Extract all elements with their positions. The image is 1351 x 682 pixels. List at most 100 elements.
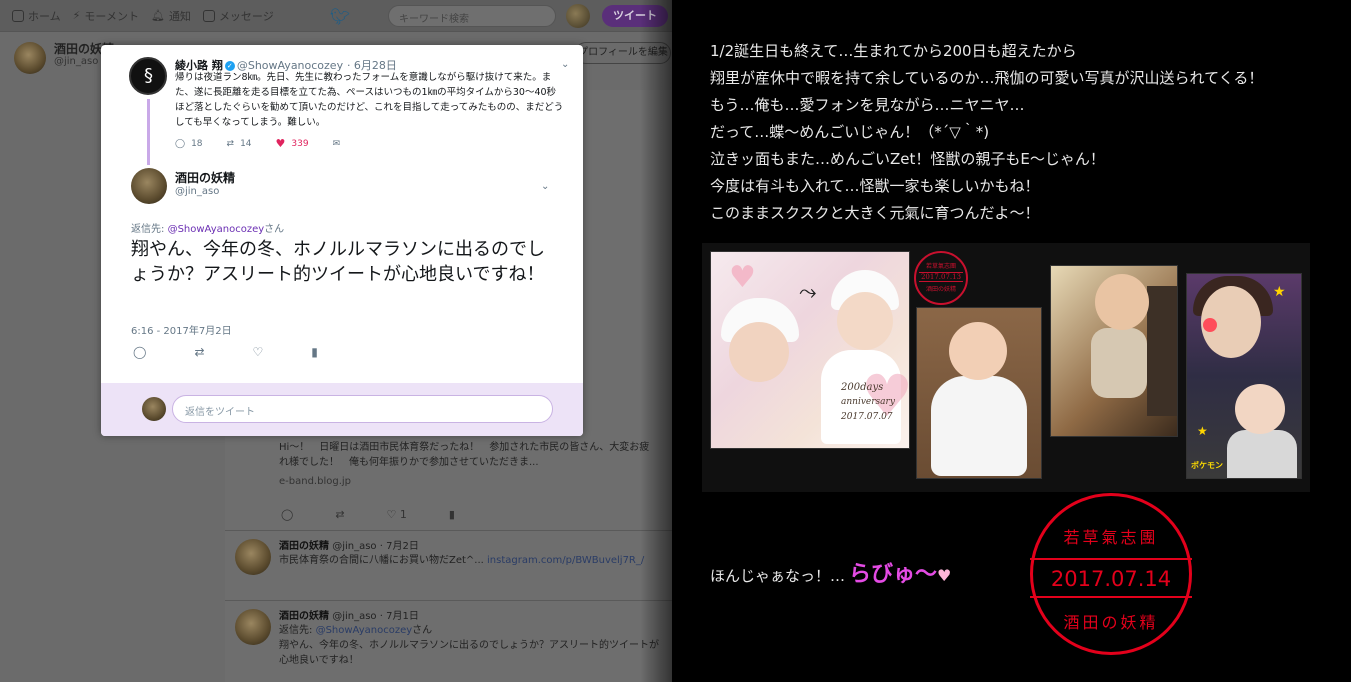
reply-action[interactable]: ◯ 18: [175, 137, 203, 150]
closing-text: ほんじゃぁなっ！…: [710, 567, 846, 585]
tweet-body: 返信先: @ShowAyanocozeyさん 翔やん、今年の冬、ホノルルマラソン…: [279, 623, 659, 668]
blog-panel: 1/2誕生日も終えて…生まれてから200日も超えたから 翔里が産休中で暇を持て余…: [700, 0, 1351, 682]
chevron-down-icon[interactable]: ⌄: [541, 181, 549, 192]
blog-message: 1/2誕生日も終えて…生まれてから200日も超えたから 翔里が産休中で暇を持て余…: [710, 38, 1263, 227]
baby-face-shape: [729, 322, 789, 382]
reply-to-suffix: さん: [264, 224, 285, 235]
link-card-domain: e-band.blog.jp: [279, 476, 351, 487]
search-input[interactable]: キーワード検索: [388, 5, 556, 27]
arrow-right-icon: ⤳: [799, 280, 817, 305]
card-actions: ◯ ⇄ ♡ 1 ▮: [281, 508, 455, 521]
main-author[interactable]: 酒田の妖精: [175, 169, 235, 186]
parent-avatar[interactable]: §: [129, 57, 167, 95]
nav-moments[interactable]: ⚡ モーメント: [73, 8, 139, 24]
main-timestamp[interactable]: 6:16 - 2017年7月2日: [131, 322, 232, 337]
heart-icon[interactable]: ♡: [253, 345, 264, 359]
message-line: このままスクスクと大きく元氣に育つんだよ〜！: [710, 204, 1040, 222]
message-line: もう…俺も…愛フォンを見ながら…ニヤニヤ…: [710, 96, 1025, 114]
message-line: 1/2誕生日も終えて…生まれてから200日も超えたから: [710, 42, 1077, 60]
dm-action[interactable]: ✉: [333, 137, 341, 150]
small-stamp-top: 若草氣志團: [925, 263, 956, 270]
baby-face-shape: [949, 322, 1007, 380]
small-stamp: 若草氣志團 2017.07.13 酒田の妖精: [914, 251, 968, 305]
compose-tweet-button[interactable]: ツイート: [602, 5, 668, 27]
main-reply-to: 返信先: @ShowAyanocozeyさん: [131, 220, 284, 235]
baby-face-shape: [1095, 274, 1149, 330]
red-seal-stamp: 若草氣志團 2017.07.14 酒田の妖精: [1030, 493, 1192, 655]
tweet-author[interactable]: 酒田の妖精: [279, 541, 329, 552]
tweet-avatar[interactable]: [235, 539, 271, 575]
tweet-detail-modal: § 綾小路 翔 ✓ @ShowAyanocozey · 6月28日 ⌄ 帰りは夜道ラ…: [101, 45, 583, 436]
twitter-bird-icon[interactable]: 🐦︎: [330, 7, 350, 26]
message-line: 泣きッ面もまた…めんごいZet！怪獣の親子もE〜じゃん！: [710, 150, 1105, 168]
reply-to-handle[interactable]: @ShowAyanocozey: [168, 224, 265, 235]
heart-icon: ♥: [275, 137, 286, 150]
analytics-icon[interactable]: ▮: [449, 508, 455, 521]
photo-caption: 200days anniversary 2017.07.07: [841, 380, 895, 425]
twitter-screenshot: ホーム ⚡ モーメント 🔔︎ 通知 メッセージ 🐦︎ キーワード検索 ツイート …: [0, 0, 672, 682]
baby-body-shape: [931, 376, 1027, 476]
retweet-icon: ⇄: [226, 138, 235, 149]
retweet-icon[interactable]: ⇄: [194, 345, 204, 359]
thread-line: [147, 99, 150, 165]
closing-line: ほんじゃぁなっ！… らびゅ〜♥: [710, 556, 951, 588]
like-action[interactable]: ♥ 339: [276, 137, 309, 150]
reply-to-handle[interactable]: @ShowAyanocozey: [316, 625, 413, 636]
retweet-count: 14: [240, 138, 252, 149]
baby-face-shape: [1235, 384, 1285, 434]
star-icon: ★: [1197, 424, 1208, 438]
reply-to-label: 返信先:: [279, 625, 313, 636]
timeline-tweet[interactable]: 酒田の妖精 @jin_aso · 7月2日 市民体育祭の合間に八幡にお買い物だZ…: [225, 530, 672, 600]
baby-body-shape: [1091, 328, 1147, 398]
like-action[interactable]: ♡ 1: [387, 508, 407, 521]
main-actions: ◯ ⇄ ♡ ▮: [133, 345, 318, 359]
main-handle: @jin_aso: [175, 186, 220, 197]
reply-compose-area: 返信をツイート: [101, 383, 583, 436]
avatar-glyph-icon: §: [144, 65, 153, 86]
message-line: 今度は有斗も入れて…怪獣一家も楽しいかもね！: [710, 177, 1040, 195]
bell-icon: 🔔︎: [150, 9, 165, 22]
reply-to-label: 返信先:: [131, 224, 165, 235]
nav-home[interactable]: ホーム: [12, 8, 61, 24]
reply-icon[interactable]: ◯: [281, 508, 293, 521]
like-count: 339: [291, 138, 309, 149]
link-card[interactable]: Hi〜！ 日曜日は酒田市民体育祭だったね！ 参加された市民の皆さん、大変お疲れ様…: [279, 440, 659, 489]
envelope-icon: ✉: [332, 138, 341, 149]
tweet-text: 市民体育祭の合間に八幡にお買い物だZet^...: [279, 555, 484, 566]
tweet-handle: @jin_aso: [332, 611, 377, 622]
tweet-handle: @jin_aso: [332, 541, 377, 552]
photo-held-baby: [1050, 265, 1178, 437]
reply-input[interactable]: 返信をツイート: [172, 395, 553, 423]
photo-laughing-baby: [916, 307, 1042, 479]
caption-line: 2017.07.07: [841, 412, 893, 422]
profile-avatar[interactable]: [14, 42, 46, 74]
lightning-icon: ⚡: [72, 9, 81, 22]
parent-text: 帰りは夜道ラン8㎞。先日、先生に教わったフォームを意識しながら駆け抜けて来た。ま…: [175, 72, 564, 128]
pika-label: ポケモン: [1191, 461, 1223, 470]
tweet-date[interactable]: · 7月2日: [380, 541, 419, 552]
account-avatar[interactable]: [566, 4, 590, 28]
small-stamp-bottom: 酒田の妖精: [925, 286, 956, 293]
stamp-date: 2017.07.14: [1050, 567, 1172, 591]
nav-messages[interactable]: メッセージ: [202, 8, 274, 24]
retweet-action[interactable]: ⇄ 14: [227, 137, 252, 150]
tweet-author[interactable]: 酒田の妖精: [279, 611, 329, 622]
like-count: 1: [399, 508, 407, 521]
tweet-avatar[interactable]: [235, 609, 271, 645]
nav-notifications[interactable]: 🔔︎ 通知: [151, 8, 191, 24]
nav-moments-label: モーメント: [84, 9, 139, 23]
nav-notifications-label: 通知: [168, 9, 191, 23]
analytics-icon[interactable]: ▮: [311, 345, 318, 359]
chevron-down-icon[interactable]: ⌄: [561, 59, 569, 70]
stamp-bottom-text: 酒田の妖精: [1063, 613, 1159, 632]
tweet-link[interactable]: instagram.com/p/BWBuvelj7R_/: [487, 555, 644, 566]
baby-face-shape: [837, 292, 893, 350]
tweet-date[interactable]: · 7月1日: [380, 611, 419, 622]
reply-icon[interactable]: ◯: [133, 345, 146, 359]
main-avatar[interactable]: [131, 168, 167, 204]
edit-profile-button[interactable]: プロフィールを編集: [575, 42, 671, 64]
photo-collage: ♥ ⤳ ♥ 200days anniversary 2017.07.07 若草氣…: [702, 243, 1310, 492]
caption-line: 200days: [841, 382, 884, 393]
timeline-tweet[interactable]: 酒田の妖精 @jin_aso · 7月1日 返信先: @ShowAyanocoz…: [225, 600, 672, 682]
retweet-icon[interactable]: ⇄: [335, 508, 344, 521]
